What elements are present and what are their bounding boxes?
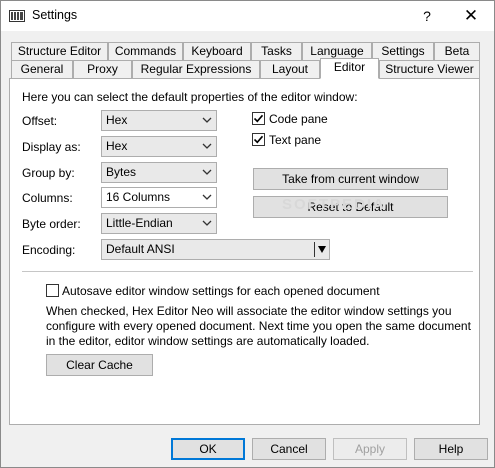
byte-order-select[interactable]: Little-Endian <box>101 213 217 234</box>
tab-settings[interactable]: Settings <box>372 42 434 61</box>
columns-value: 16 Columns <box>106 190 171 204</box>
group-by-value: Bytes <box>106 165 137 179</box>
chevron-down-icon <box>202 220 212 226</box>
offset-value: Hex <box>106 113 128 127</box>
tab-regular-expressions[interactable]: Regular Expressions <box>132 60 260 79</box>
tab-tasks[interactable]: Tasks <box>251 42 302 61</box>
autosave-checkbox[interactable] <box>46 284 59 297</box>
app-icon <box>9 10 25 22</box>
tab-proxy[interactable]: Proxy <box>73 60 132 79</box>
tab-general[interactable]: General <box>11 60 73 79</box>
close-button[interactable]: ✕ <box>457 4 485 28</box>
tab-layout[interactable]: Layout <box>260 60 320 79</box>
cancel-button[interactable]: Cancel <box>252 438 326 460</box>
take-from-current-window-button[interactable]: Take from current window <box>253 168 448 190</box>
group-by-select[interactable]: Bytes <box>101 162 217 183</box>
help-title-button[interactable]: ? <box>413 4 441 28</box>
offset-label: Offset: <box>22 114 58 128</box>
offset-select[interactable]: Hex <box>101 110 217 131</box>
tab-structure-editor[interactable]: Structure Editor <box>11 42 108 61</box>
window-title: Settings <box>32 8 78 22</box>
text-pane-checkbox[interactable] <box>252 133 265 146</box>
byte-order-value: Little-Endian <box>106 216 173 230</box>
chevron-down-icon <box>202 143 212 149</box>
title-bar[interactable]: Settings ? ✕ <box>1 1 494 31</box>
encoding-label: Encoding: <box>22 243 76 257</box>
chevron-down-icon <box>202 194 212 200</box>
display-as-select[interactable]: Hex <box>101 136 217 157</box>
autosave-label[interactable]: Autosave editor window settings for each… <box>62 284 380 298</box>
checkmark-icon <box>253 114 264 123</box>
tab-commands[interactable]: Commands <box>108 42 183 61</box>
byte-order-label: Byte order: <box>22 217 81 231</box>
display-as-label: Display as: <box>22 140 81 154</box>
watermark: SOFTPEDIA <box>282 196 386 213</box>
dropdown-separator <box>314 242 315 257</box>
chevron-down-icon <box>202 117 212 123</box>
tab-keyboard[interactable]: Keyboard <box>183 42 251 61</box>
intro-text: Here you can select the default properti… <box>22 90 358 104</box>
apply-button[interactable]: Apply <box>333 438 407 460</box>
triangle-down-icon <box>318 246 326 253</box>
code-pane-checkbox[interactable] <box>252 112 265 125</box>
ok-button[interactable]: OK <box>171 438 245 460</box>
clear-cache-button[interactable]: Clear Cache <box>46 354 153 376</box>
group-by-label: Group by: <box>22 166 75 180</box>
autosave-description: When checked, Hex Editor Neo will associ… <box>46 304 471 348</box>
editor-tab-panel: Here you can select the default properti… <box>9 78 480 425</box>
tab-beta[interactable]: Beta <box>434 42 480 61</box>
encoding-select[interactable]: Default ANSI <box>101 239 330 260</box>
settings-window: Settings ? ✕ Structure Editor Commands K… <box>0 0 495 468</box>
columns-label: Columns: <box>22 191 73 205</box>
help-button[interactable]: Help <box>414 438 488 460</box>
chevron-down-icon <box>202 169 212 175</box>
text-pane-label[interactable]: Text pane <box>269 133 321 147</box>
columns-select[interactable]: 16 Columns <box>101 187 217 208</box>
tab-editor[interactable]: Editor <box>320 58 379 79</box>
display-as-value: Hex <box>106 139 128 153</box>
checkmark-icon <box>253 135 264 144</box>
code-pane-label[interactable]: Code pane <box>269 112 328 126</box>
divider <box>22 271 473 272</box>
tab-structure-viewer[interactable]: Structure Viewer <box>379 60 480 79</box>
encoding-value: Default ANSI <box>106 242 175 256</box>
